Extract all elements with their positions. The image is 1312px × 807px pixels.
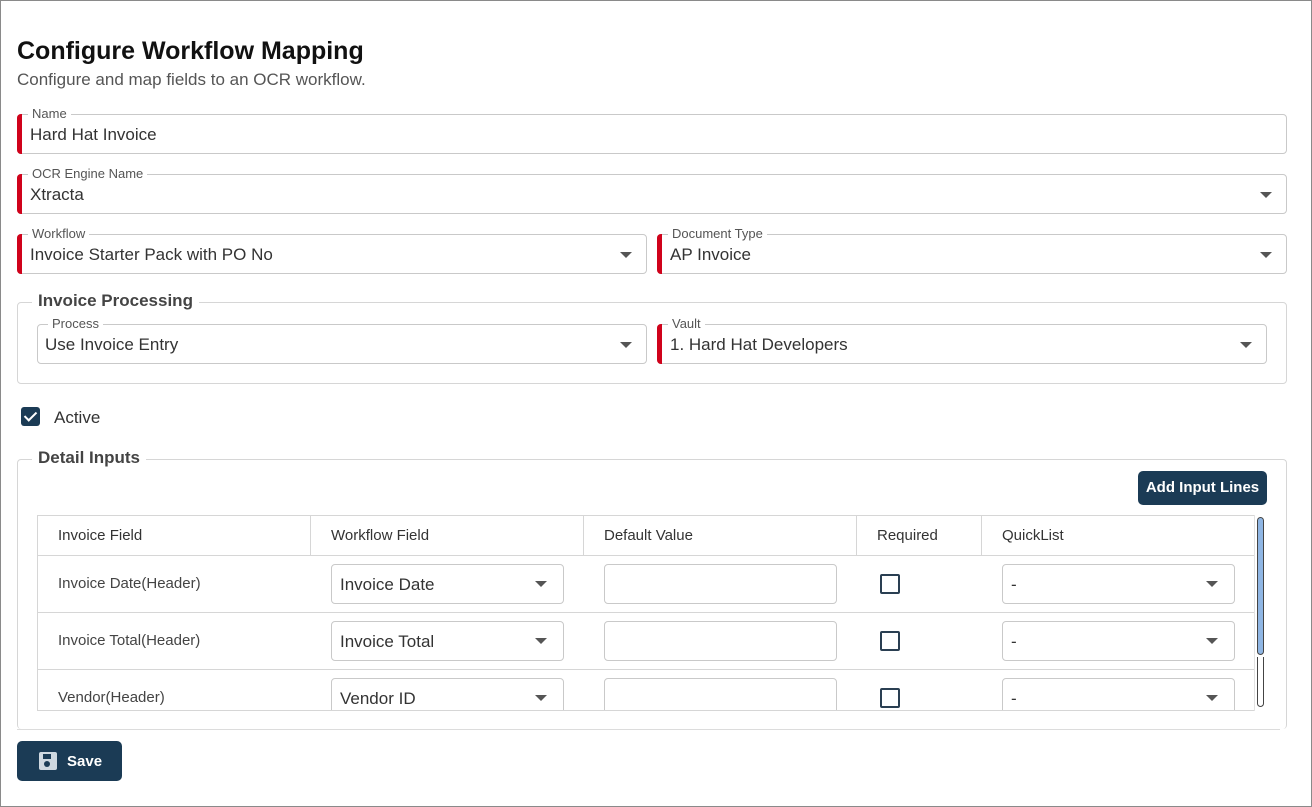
add-input-lines-button[interactable]: Add Input Lines	[1138, 471, 1267, 505]
workflow-select[interactable]: Workflow Invoice Starter Pack with PO No	[17, 226, 647, 274]
ocr-engine-label: OCR Engine Name	[28, 166, 148, 182]
process-select[interactable]: Process Use Invoice Entry	[37, 316, 647, 364]
vault-value: 1. Hard Hat Developers	[670, 335, 848, 354]
detail-inputs-title: Detail Inputs	[32, 448, 147, 468]
quicklist-select[interactable]: -	[1002, 621, 1235, 661]
chevron-down-icon	[1206, 581, 1218, 587]
footer-divider	[17, 729, 1280, 730]
chevron-down-icon	[535, 638, 547, 644]
chevron-down-icon	[1260, 192, 1272, 198]
name-value: Hard Hat Invoice	[30, 125, 157, 144]
active-label: Active	[54, 408, 101, 427]
table-row: Invoice Total(Header) Invoice Total -	[38, 613, 1256, 670]
column-header: Workflow Field	[311, 516, 584, 555]
required-checkbox[interactable]	[880, 688, 900, 708]
ocr-engine-select[interactable]: OCR Engine Name Xtracta	[17, 166, 1287, 214]
process-value: Use Invoice Entry	[45, 335, 179, 354]
detail-inputs-table: Invoice Field Workflow Field Default Val…	[37, 515, 1267, 711]
invoice-field-cell: Invoice Total(Header)	[58, 632, 201, 649]
column-header: QuickList	[1002, 527, 1064, 544]
chevron-down-icon	[1260, 252, 1272, 258]
column-header: Default Value	[584, 516, 857, 555]
active-checkbox[interactable]	[21, 407, 40, 426]
workflow-field-select[interactable]: Invoice Total	[331, 621, 564, 661]
chevron-down-icon	[1206, 695, 1218, 701]
chevron-down-icon	[535, 695, 547, 701]
chevron-down-icon	[1240, 342, 1252, 348]
chevron-down-icon	[620, 252, 632, 258]
workflow-field-select[interactable]: Invoice Date	[331, 564, 564, 604]
ocr-engine-value: Xtracta	[30, 185, 84, 204]
chevron-down-icon	[535, 581, 547, 587]
default-value-input[interactable]	[604, 621, 837, 661]
workflow-field-select[interactable]: Vendor ID	[331, 678, 564, 710]
column-header: Required	[857, 516, 982, 555]
floppy-disk-icon	[39, 752, 57, 770]
quicklist-select[interactable]: -	[1002, 564, 1235, 604]
workflow-value: Invoice Starter Pack with PO No	[30, 245, 273, 264]
quicklist-select[interactable]: -	[1002, 678, 1235, 710]
workflow-label: Workflow	[28, 226, 90, 242]
table-scrollbar[interactable]	[1254, 515, 1267, 711]
document-type-value: AP Invoice	[670, 245, 751, 264]
save-button[interactable]: Save	[17, 741, 122, 781]
name-label: Name	[28, 106, 71, 122]
scrollbar-track-end	[1257, 657, 1264, 707]
invoice-field-cell: Vendor(Header)	[58, 689, 165, 706]
chevron-down-icon	[1206, 638, 1218, 644]
chevron-down-icon	[620, 342, 632, 348]
name-field[interactable]: Name Hard Hat Invoice	[17, 106, 1287, 154]
invoice-processing-title: Invoice Processing	[32, 291, 199, 311]
invoice-field-cell: Invoice Date(Header)	[58, 575, 201, 592]
column-header: Invoice Field	[38, 516, 311, 555]
table-row: Invoice Date(Header) Invoice Date -	[38, 556, 1256, 613]
default-value-input[interactable]	[604, 678, 837, 710]
document-type-select[interactable]: Document Type AP Invoice	[657, 226, 1287, 274]
default-value-input[interactable]	[604, 564, 837, 604]
process-label: Process	[48, 316, 103, 332]
save-label: Save	[67, 753, 103, 770]
vault-label: Vault	[668, 316, 705, 332]
required-checkbox[interactable]	[880, 631, 900, 651]
table-row: Vendor(Header) Vendor ID -	[38, 670, 1256, 710]
document-type-label: Document Type	[668, 226, 767, 242]
vault-select[interactable]: Vault 1. Hard Hat Developers	[657, 316, 1267, 364]
page-subtitle: Configure and map fields to an OCR workf…	[17, 70, 366, 89]
required-checkbox[interactable]	[880, 574, 900, 594]
page-title: Configure Workflow Mapping	[17, 37, 364, 65]
table-header: Invoice Field Workflow Field Default Val…	[38, 516, 1256, 556]
scrollbar-thumb[interactable]	[1257, 517, 1264, 655]
